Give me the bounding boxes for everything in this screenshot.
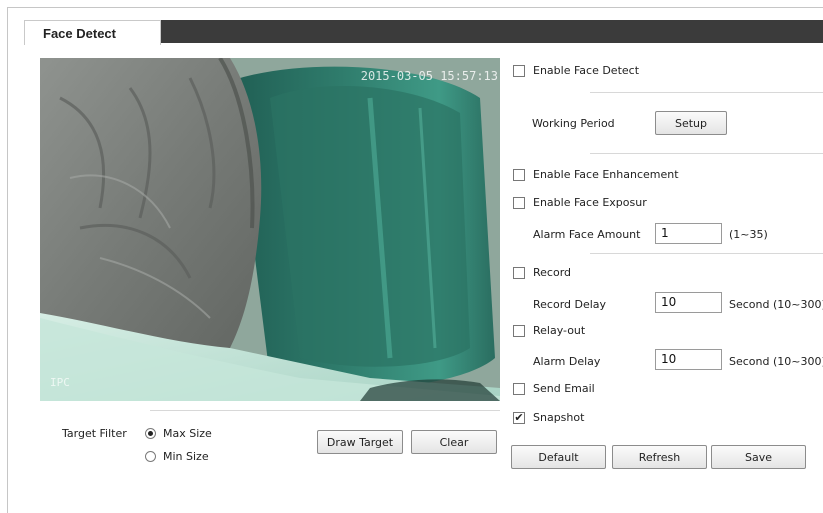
video-preview[interactable]: 2015-03-05 15:57:13 IPC [40,58,500,401]
alarm-face-amount-range: (1~35) [729,228,768,241]
record-delay-unit: Second (10~300) [729,298,823,311]
enable-face-detect-checkbox[interactable] [513,65,525,77]
enable-face-enhancement-checkbox[interactable] [513,169,525,181]
snapshot-checkbox[interactable]: ✔ [513,412,525,424]
target-filter-label: Target Filter [62,427,127,440]
alarm-face-amount-label: Alarm Face Amount [533,228,641,241]
refresh-button[interactable]: Refresh [612,445,707,469]
enable-face-detect-label: Enable Face Detect [533,64,640,77]
alarm-delay-label: Alarm Delay [533,355,601,368]
record-delay-input[interactable]: 10 [655,292,722,313]
osd-timestamp: 2015-03-05 15:57:13 [360,69,498,83]
divider [150,410,500,411]
save-button[interactable]: Save [711,445,806,469]
default-button[interactable]: Default [511,445,606,469]
working-period-label: Working Period [532,117,615,130]
send-email-checkbox[interactable] [513,383,525,395]
record-checkbox[interactable] [513,267,525,279]
alarm-delay-unit: Second (10~300) [729,355,823,368]
alarm-delay-input[interactable]: 10 [655,349,722,370]
radio-min-size[interactable] [145,451,156,462]
enable-face-exposure-label: Enable Face Exposur [533,196,647,209]
relay-out-label: Relay-out [533,324,586,337]
min-size-label: Min Size [163,450,209,463]
record-delay-label: Record Delay [533,298,607,311]
relay-out-checkbox[interactable] [513,325,525,337]
camera-image [40,58,500,401]
divider [590,253,823,254]
tab-face-detect[interactable]: Face Detect [24,20,161,45]
radio-max-size[interactable] [145,428,156,439]
divider [590,92,823,93]
record-label: Record [533,266,572,279]
clear-button[interactable]: Clear [411,430,497,454]
setup-button[interactable]: Setup [655,111,727,135]
alarm-face-amount-input[interactable]: 1 [655,223,722,244]
draw-target-button[interactable]: Draw Target [317,430,403,454]
max-size-label: Max Size [163,427,212,440]
enable-face-exposure-checkbox[interactable] [513,197,525,209]
enable-face-enhancement-label: Enable Face Enhancement [533,168,679,181]
send-email-label: Send Email [533,382,595,395]
osd-channel-name: IPC [50,376,70,389]
snapshot-label: Snapshot [533,411,585,424]
divider [590,153,823,154]
